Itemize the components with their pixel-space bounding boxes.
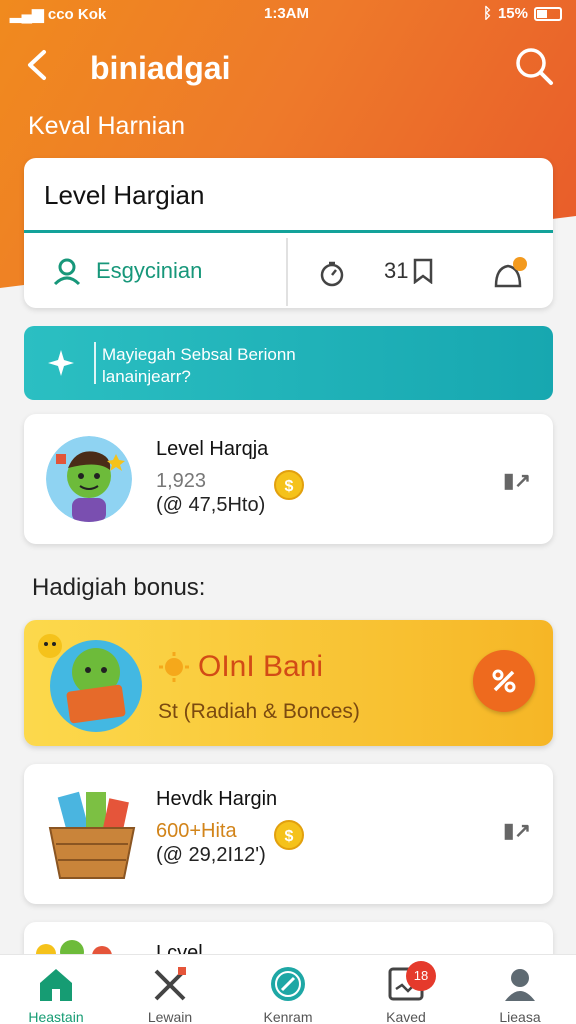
tab-saved[interactable]: 18 Kaved xyxy=(358,961,454,1024)
tab-label: Lewain xyxy=(147,1009,193,1024)
home-icon xyxy=(40,969,72,1001)
bluetooth-icon: ᛒ xyxy=(482,5,492,22)
item-count: 600+Hita xyxy=(156,820,237,842)
level-card-accent-line xyxy=(24,230,553,233)
coin-icon: $ xyxy=(274,470,304,500)
bonus-character-icon xyxy=(38,634,142,732)
battery-percent: 15% xyxy=(497,5,528,22)
bookmark-icon xyxy=(414,258,433,284)
sun-icon xyxy=(159,652,189,682)
trend-up-icon[interactable]: ▮↗ xyxy=(503,818,531,843)
item-value: (@ 29,2I12') xyxy=(156,844,266,866)
level-card: Level Hargian Esgycinian 31 xyxy=(24,158,553,308)
level-card-title: Level Hargian xyxy=(44,180,205,210)
battery-icon xyxy=(534,6,562,21)
item-count: 1,923 xyxy=(156,470,207,492)
notification-button[interactable] xyxy=(490,256,530,297)
list-item[interactable]: Level Harqja 1,923 (@ 47,5Hto) $ ▮↗ xyxy=(24,414,553,544)
top-bar: biniadgai xyxy=(0,40,576,96)
svg-text:$: $ xyxy=(285,478,294,495)
percent-icon xyxy=(492,669,516,693)
bookmark-count: 31 xyxy=(384,258,409,283)
tab-tools[interactable]: Lewain xyxy=(122,965,218,1024)
promo-banner[interactable]: Mayiegah Sebsal Berionn lanainjearr? xyxy=(24,326,553,400)
search-icon xyxy=(516,48,553,85)
banner-text: Mayiegah Sebsal Berionn lanainjearr? xyxy=(102,344,296,388)
page-title: biniadgai xyxy=(90,50,231,86)
banner-separator xyxy=(94,342,96,384)
banner-line-1: Mayiegah Sebsal Berionn xyxy=(102,345,296,364)
section-heading: Keval Harnian xyxy=(28,112,186,140)
bonus-section-title: Hadigiah bonus: xyxy=(32,574,206,601)
tab-label: Kenram xyxy=(263,1009,313,1024)
tab-label: Heastain xyxy=(28,1009,84,1024)
claim-bonus-button[interactable] xyxy=(473,650,535,712)
explore-button[interactable]: Esgycinian xyxy=(52,256,202,286)
bell-icon xyxy=(494,257,527,288)
svg-text:$: $ xyxy=(285,828,294,845)
item-value: (@ 47,5Hto) xyxy=(156,494,266,516)
list-item[interactable]: Hevdk Hargin 600+Hita (@ 29,2I12') $ ▮↗ xyxy=(24,764,553,904)
divider xyxy=(286,238,288,306)
gift-basket-icon xyxy=(48,791,136,879)
tab-label: Lieasa xyxy=(499,1009,541,1024)
tab-explore[interactable]: Kenram xyxy=(240,965,336,1024)
compass-icon xyxy=(271,967,305,1001)
tab-label: Kaved xyxy=(386,1009,426,1024)
bonus-card[interactable]: OInI Bani St (Radiah & Bonces) xyxy=(24,620,553,746)
bonus-title: OInI Bani xyxy=(158,650,323,684)
back-button[interactable] xyxy=(24,48,50,89)
status-bar: ▂▄▆ cco Kok 1:3AM ᛒ 15% xyxy=(0,0,576,28)
tab-home[interactable]: Heastain xyxy=(8,965,104,1024)
character-avatar xyxy=(46,436,132,522)
signal-icon: ▂▄▆ xyxy=(10,6,48,23)
status-right: ᛒ 15% xyxy=(483,5,562,22)
chevron-left-icon xyxy=(28,50,46,80)
bookmark-button[interactable]: 31 xyxy=(384,258,434,284)
coin-icon: $ xyxy=(274,820,304,850)
item-name: Level Harqja xyxy=(156,438,269,460)
user-icon xyxy=(53,258,81,286)
bonus-subtitle: St (Radiah & Bonces) xyxy=(158,700,360,723)
tools-icon xyxy=(154,967,186,1001)
tab-bar: Heastain Lewain Kenram 18 Kaved Lieasa xyxy=(0,954,576,1024)
carrier-label: ▂▄▆ cco Kok xyxy=(10,6,107,23)
trend-up-icon[interactable]: ▮↗ xyxy=(503,468,531,493)
banner-line-2: lanainjearr? xyxy=(102,367,191,386)
tab-profile[interactable]: Lieasa xyxy=(472,965,568,1024)
sparkle-icon xyxy=(48,350,74,376)
bonus-title-text: OInI Bani xyxy=(198,650,324,683)
item-name: Hevdk Hargin xyxy=(156,788,278,810)
clock: 1:3AM xyxy=(264,5,310,22)
search-button[interactable] xyxy=(514,46,554,86)
profile-icon xyxy=(505,969,535,1001)
timer-icon xyxy=(320,261,344,287)
notification-badge: 18 xyxy=(406,961,436,991)
explore-label: Esgycinian xyxy=(96,258,203,283)
timer-button[interactable] xyxy=(318,260,346,293)
